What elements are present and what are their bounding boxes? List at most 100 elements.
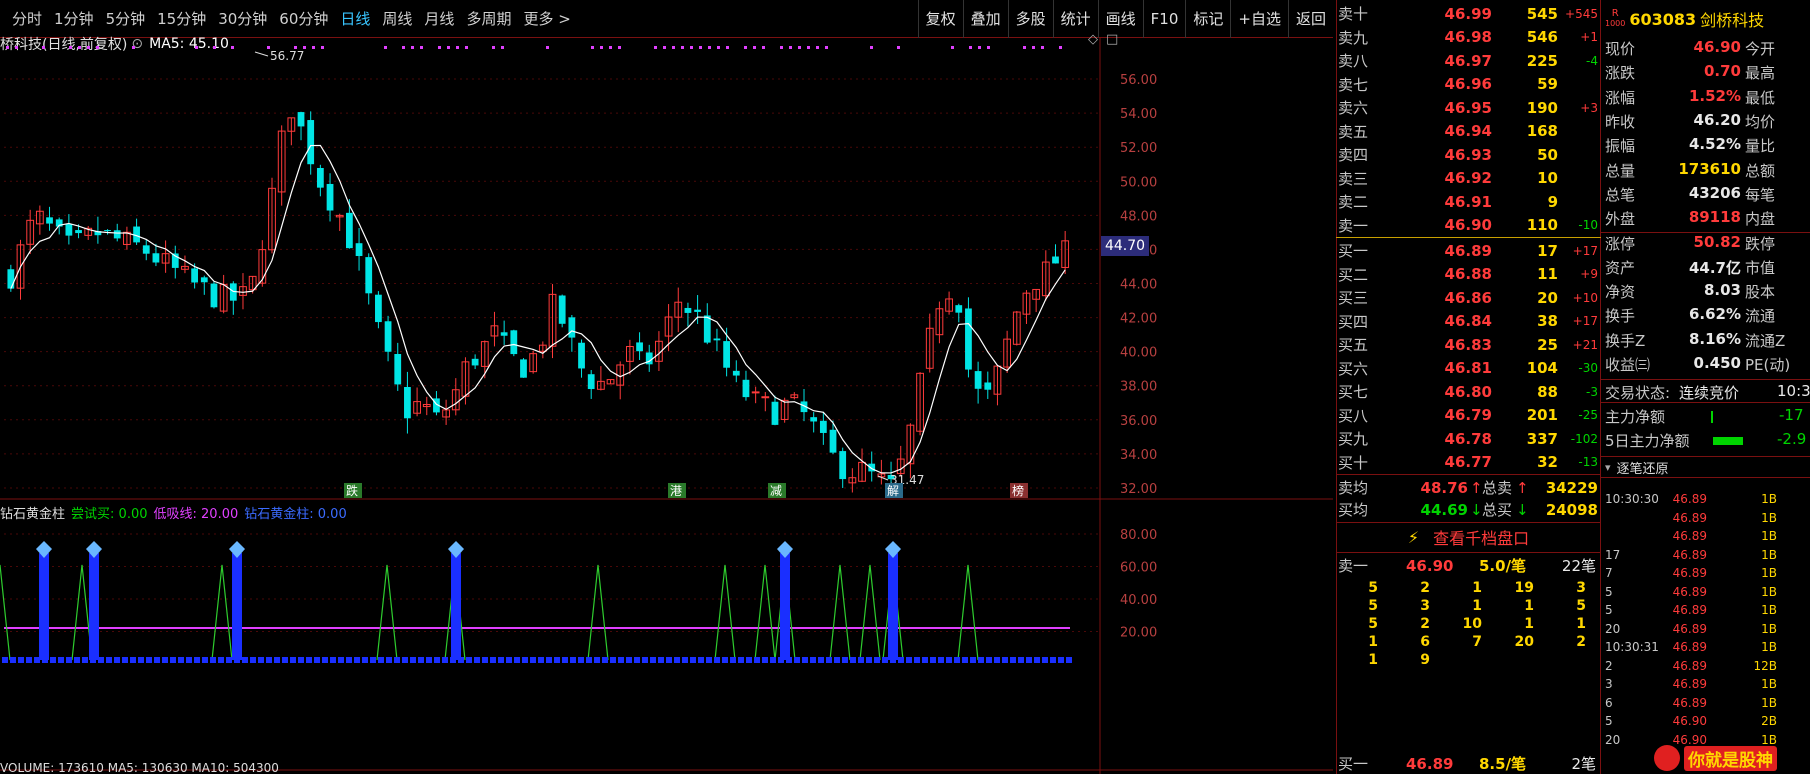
level-change: +10 [1572,290,1598,305]
sell-level-row[interactable]: 卖三 46.92 10 [1336,167,1601,191]
sell-level-row[interactable]: 卖六 46.95 190 +3 [1336,96,1601,120]
volume-dot [866,657,872,663]
stock-name: 剑桥科技 [1700,11,1765,30]
level-label: 买四 [1338,312,1369,331]
volume-dot [98,657,104,663]
sell-level-row[interactable]: 卖四 46.93 50 [1336,143,1601,167]
view-all-depth-button[interactable]: ⚡ 查看千档盘口 [1336,524,1601,550]
volume-dot [994,657,1000,663]
sell-level-row[interactable]: 卖一 46.90 110 -10 [1336,214,1601,238]
info-value: 173610 [1678,159,1741,178]
candle-body [152,253,160,263]
level-volume: 168 [1526,122,1558,141]
sell-level-row[interactable]: 卖八 46.97 225 -4 [1336,49,1601,73]
level-price: 46.84 [1444,312,1492,331]
level-price: 46.77 [1444,453,1492,472]
info-row: 现价 46.90 今开 [1601,38,1810,62]
level-label: 买六 [1338,359,1369,378]
buy-level-row[interactable]: 买八 46.79 201 -25 [1336,404,1601,428]
chevron-down-icon[interactable]: ▾ [1605,461,1611,474]
candle-body [771,401,779,425]
queue-cell: 19 [1514,580,1534,596]
tick-price: 46.89 [1672,584,1707,599]
buy-level-row[interactable]: 买七 46.80 88 -3 [1336,380,1601,404]
volume-dot [858,657,864,663]
volume-dot [146,657,152,663]
sell-level-row[interactable]: 卖十 46.99 545 +545 [1336,2,1601,26]
signal-dot [6,46,9,49]
level-price: 46.78 [1444,429,1492,448]
volume-dot [706,657,712,663]
volume-dot [490,657,496,663]
queue-price: 46.90 [1406,556,1454,575]
level-volume: 225 [1526,51,1558,70]
volume-dot [634,657,640,663]
signal-triangle [376,564,398,661]
queue-count: 22笔 [1561,557,1596,576]
buy-level-row[interactable]: 买五 46.83 25 +21 [1336,333,1601,357]
tick-volume: 1B [1761,529,1777,543]
volume-dot [354,657,360,663]
tick-volume: 2B [1761,714,1777,728]
candle-body [587,374,595,390]
tick-time: 20 [1605,621,1621,636]
info-label-2: 最低 [1745,88,1776,107]
volume-dot [346,657,352,663]
volume-dot [26,657,32,663]
info-label: 资产 [1605,258,1636,277]
level-change: +545 [1565,6,1598,21]
sell-level-row[interactable]: 卖五 46.94 168 [1336,120,1601,144]
level-label: 买十 [1338,453,1369,472]
signal-dot [1032,46,1035,49]
y-axis-label: 38.00 [1120,380,1157,395]
volume-dot [218,657,224,663]
signal-dot [1023,46,1026,49]
volume-dot [514,657,520,663]
info-label-2: PE(动) [1745,355,1791,374]
diamond-gold-bar [780,553,790,660]
candlestick-chart[interactable]: 56.0054.0052.0050.0048.0046.0044.0042.00… [0,0,1333,774]
sell-level-row[interactable]: 卖九 46.98 546 +1 [1336,26,1601,50]
volume-dot [642,657,648,663]
buy-level-row[interactable]: 买九 46.78 337 -102 [1336,427,1601,451]
sell-level-row[interactable]: 卖二 46.91 9 [1336,190,1601,214]
diamond-gold-bar [89,553,99,660]
volume-dot [650,657,656,663]
volume-dot [186,657,192,663]
sell-level-row[interactable]: 卖七 46.96 59 [1336,73,1601,97]
diamond-icon[interactable]: ◇ [1088,32,1098,47]
queue-row: 1 6 7 20 2 [1336,634,1601,652]
buy-level-row[interactable]: 买一 46.89 17 +17 [1336,239,1601,263]
info-label-2: 流通 [1745,307,1776,326]
level-change: -3 [1586,384,1598,399]
square-icon[interactable]: □ [1106,32,1118,47]
y-axis-label: 50.00 [1120,175,1157,190]
queue-cell: 10 [1462,616,1482,632]
info-label: 现价 [1605,40,1636,58]
info-label: 昨收 [1605,112,1636,131]
buy-level-row[interactable]: 买十 46.77 32 -13 [1336,451,1601,475]
candle-body [113,230,121,239]
volume-dot [698,657,704,663]
level-price: 46.98 [1444,28,1492,47]
signal-triangle [0,564,11,661]
tick-panel-header[interactable]: ▾ 逐笔还原 [1601,456,1810,478]
volume-dot [298,657,304,663]
volume-dot [970,657,976,663]
volume-dot [802,657,808,663]
candle-body [703,315,711,343]
buy-level-row[interactable]: 买四 46.84 38 +17 [1336,310,1601,334]
level-change: +21 [1572,337,1598,352]
buy-level-row[interactable]: 买六 46.81 104 -30 [1336,357,1601,381]
queue-avg: 5.0/笔 [1479,557,1527,576]
volume-dot [170,657,176,663]
buy-level-row[interactable]: 买二 46.88 11 +9 [1336,263,1601,287]
level-change: +17 [1572,243,1598,258]
buy-level-row[interactable]: 买三 46.86 20 +10 [1336,286,1601,310]
signal-dot [609,46,612,49]
signal-dot [213,46,216,49]
signal-triangle [211,564,233,661]
info-label: 换手Z [1605,331,1646,350]
level-volume: 9 [1547,192,1558,211]
y-axis-label: 56.00 [1120,73,1157,88]
